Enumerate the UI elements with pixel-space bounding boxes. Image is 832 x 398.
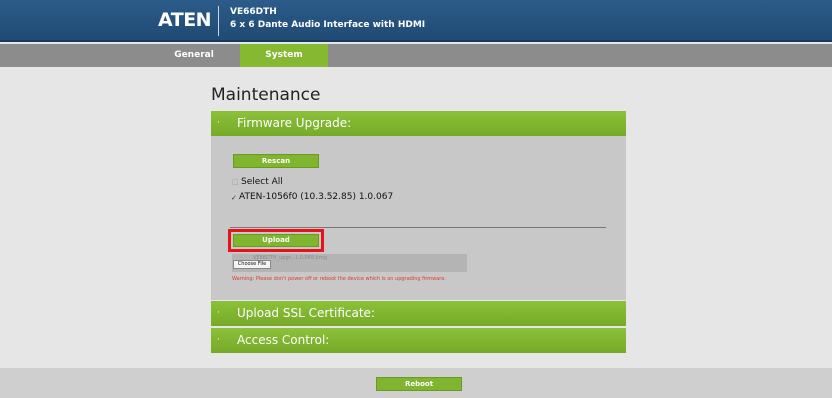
device-checkbox[interactable]: ✓ xyxy=(231,194,237,202)
tab-system[interactable]: System xyxy=(240,44,328,67)
tab-bar: General System xyxy=(0,44,832,67)
rescan-button[interactable]: Rescan xyxy=(233,154,319,168)
warning-text: Warning: Please don't power off or reboo… xyxy=(232,276,446,282)
select-all-checkbox[interactable]: □ xyxy=(232,178,239,186)
page-title: Maintenance xyxy=(211,85,321,105)
app-header: ATEN VE66DTH 6 x 6 Dante Audio Interface… xyxy=(0,0,832,42)
section-label: Access Control: xyxy=(237,333,330,347)
logo-separator xyxy=(218,6,219,36)
divider xyxy=(230,227,606,228)
reboot-button[interactable]: Reboot xyxy=(376,377,462,391)
product-description: 6 x 6 Dante Audio Interface with HDMI xyxy=(230,20,426,30)
select-all-label: Select All xyxy=(241,177,283,187)
device-label: ATEN-1056f0 (10.3.52.85) 1.0.067 xyxy=(239,192,394,202)
section-label: Upload SSL Certificate: xyxy=(237,306,375,320)
bullet-icon: · xyxy=(217,118,220,128)
bullet-icon: · xyxy=(217,335,220,345)
choose-file-button[interactable]: Choose File xyxy=(233,260,271,269)
bullet-icon: · xyxy=(217,308,220,318)
section-access-control[interactable]: · Access Control: xyxy=(211,328,626,353)
product-model: VE66DTH xyxy=(230,7,277,17)
upload-button[interactable]: Upload xyxy=(233,234,319,247)
section-firmware-upgrade[interactable]: · Firmware Upgrade: xyxy=(211,111,626,136)
section-upload-ssl-certificate[interactable]: · Upload SSL Certificate: xyxy=(211,301,626,326)
section-label: Firmware Upgrade: xyxy=(237,116,352,130)
tab-general[interactable]: General xyxy=(152,44,236,67)
aten-logo: ATEN xyxy=(158,9,212,31)
